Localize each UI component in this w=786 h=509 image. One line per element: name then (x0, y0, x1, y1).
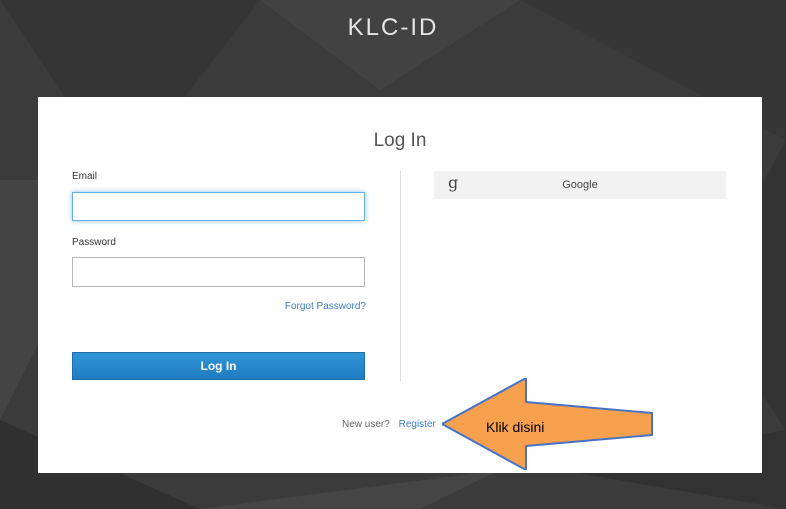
callout-text: Klik disini (486, 419, 545, 435)
email-field[interactable] (72, 192, 365, 221)
email-label: Email (72, 171, 98, 182)
page-title: Log In (373, 130, 427, 151)
register-link[interactable]: Register (399, 419, 436, 430)
vertical-divider (400, 171, 401, 381)
forgot-password-link[interactable]: Forgot Password? (285, 301, 366, 312)
google-login-button[interactable]: g Google (434, 171, 726, 199)
password-field[interactable] (72, 257, 365, 287)
login-button[interactable]: Log In (72, 352, 365, 380)
google-label: Google (562, 179, 598, 191)
new-user-text: New user? (342, 419, 390, 430)
password-label: Password (72, 237, 116, 248)
register-row: New user? Register (342, 419, 436, 430)
callout-arrow-icon (442, 378, 653, 470)
brand-title: KLC-ID (347, 14, 439, 41)
